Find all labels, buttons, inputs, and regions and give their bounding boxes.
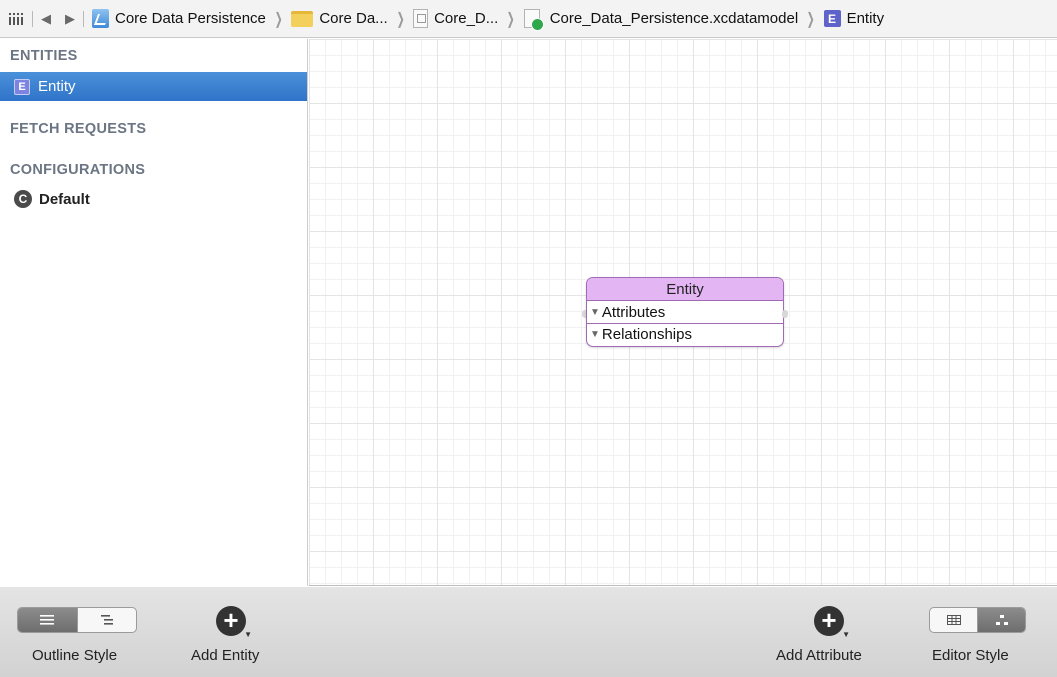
breadcrumb-label: Core Da... (319, 10, 388, 27)
entity-node-title[interactable]: Entity (587, 278, 783, 301)
sidebar-item-default-configuration[interactable]: C Default (0, 187, 90, 211)
entities-header: ENTITIES (10, 48, 78, 64)
graph-canvas[interactable]: Entity ▼ Attributes ▼ Relationships (309, 39, 1057, 586)
sidebar-item-label: Entity (38, 78, 76, 95)
project-icon (92, 9, 109, 28)
sidebar-item-label: Default (39, 190, 90, 208)
breadcrumb-file[interactable]: Core_D... (413, 9, 498, 28)
bottom-toolbar: + ▼ + ▼ Outline Style Add Entity Add Attri… (0, 587, 1057, 677)
chevron-right-icon: ❯ (396, 10, 405, 28)
add-attribute-button[interactable]: + ▼ (814, 606, 850, 639)
disclosure-triangle-icon[interactable]: ▼ (590, 324, 600, 345)
outline-style-control[interactable] (17, 607, 137, 633)
configuration-icon: C (14, 190, 32, 208)
file-icon (413, 9, 429, 28)
section-label: Attributes (601, 303, 666, 321)
table-style-icon[interactable] (930, 608, 977, 632)
graph-style-icon[interactable] (977, 608, 1025, 632)
entity-attributes-section[interactable]: ▼ Attributes (587, 301, 783, 323)
back-arrow-icon[interactable]: ◀ (41, 11, 51, 27)
add-attribute-label: Add Attribute (776, 647, 862, 664)
entity-node[interactable]: Entity ▼ Attributes ▼ Relationships (586, 277, 784, 347)
outline-sidebar: ENTITIES E Entity FETCH REQUESTS CONFIGU… (0, 39, 308, 586)
connection-handle-right[interactable] (782, 310, 788, 318)
sidebar-item-entity[interactable]: E Entity (0, 72, 307, 101)
entity-icon: E (14, 78, 30, 95)
data-model-icon (523, 9, 544, 31)
dropdown-arrow-icon: ▼ (842, 630, 850, 639)
breadcrumb-label: Entity (846, 10, 885, 27)
chevron-right-icon: ❯ (274, 10, 283, 28)
breadcrumb-label: Core Data Persistence (115, 10, 266, 27)
breadcrumb-label: Core_D... (434, 10, 499, 27)
dropdown-arrow-icon: ▼ (244, 630, 252, 639)
disclosure-triangle-icon[interactable]: ▼ (590, 302, 600, 323)
hierarchical-outline-icon[interactable] (76, 608, 137, 632)
breadcrumb-entity[interactable]: E Entity (823, 10, 885, 27)
fetch-requests-header: FETCH REQUESTS (10, 121, 147, 137)
separator (32, 10, 33, 27)
editor-style-label: Editor Style (932, 647, 1009, 664)
chevron-right-icon: ❯ (506, 10, 516, 28)
jump-bar: ◀ ▶ Core Data Persistence ❯ Core Da... ❯… (0, 0, 1057, 38)
breadcrumb-data-model[interactable]: Core_Data_Persistence.xcdatamodel (523, 9, 799, 31)
folder-icon (291, 10, 314, 27)
breadcrumb-project[interactable]: Core Data Persistence (92, 9, 266, 28)
chevron-right-icon: ❯ (806, 10, 815, 28)
section-label: Relationships (601, 326, 692, 343)
entity-relationships-section[interactable]: ▼ Relationships (587, 323, 783, 345)
configurations-header: CONFIGURATIONS (10, 162, 146, 178)
entity-icon: E (823, 10, 841, 27)
forward-arrow-icon[interactable]: ▶ (65, 11, 75, 27)
separator (83, 10, 84, 27)
breadcrumb-label: Core_Data_Persistence.xcdatamodel (549, 10, 799, 27)
add-entity-button[interactable]: + ▼ (216, 606, 252, 639)
flat-outline-icon[interactable] (18, 608, 77, 632)
outline-style-label: Outline Style (32, 647, 118, 664)
related-items-icon[interactable] (8, 12, 24, 25)
breadcrumb-folder[interactable]: Core Da... (291, 10, 388, 27)
editor-style-control[interactable] (929, 607, 1026, 633)
add-entity-label: Add Entity (191, 647, 260, 664)
